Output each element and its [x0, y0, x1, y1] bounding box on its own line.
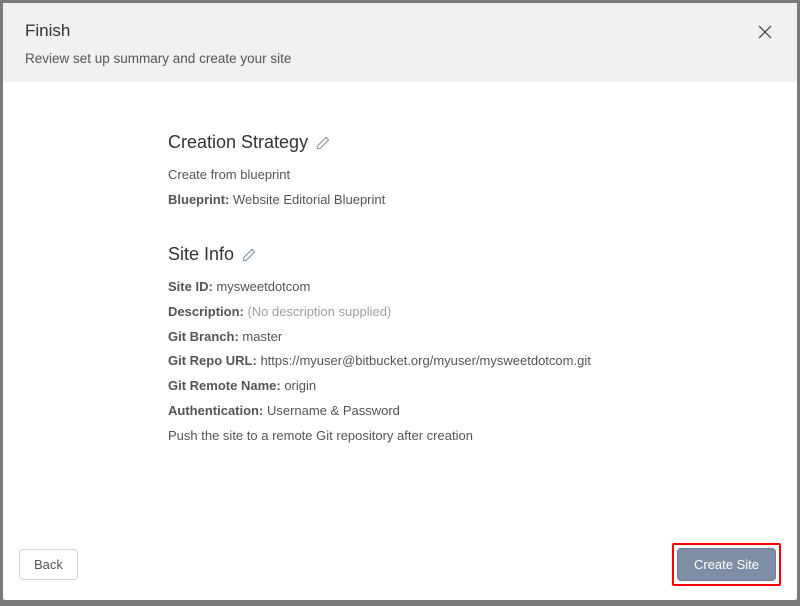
- pencil-icon: [242, 248, 256, 262]
- edit-siteinfo-button[interactable]: [242, 248, 256, 262]
- dialog-subtitle: Review set up summary and create your si…: [25, 51, 775, 66]
- strategy-value: Create from blueprint: [168, 167, 290, 182]
- push-note: Push the site to a remote Git repository…: [168, 428, 473, 443]
- blueprint-label: Blueprint:: [168, 192, 229, 207]
- dialog-footer: Back Create Site: [3, 529, 797, 600]
- auth-row: Authentication: Username & Password: [168, 399, 797, 424]
- siteid-value: mysweetdotcom: [216, 279, 310, 294]
- finish-dialog: Finish Review set up summary and create …: [3, 3, 797, 600]
- creation-strategy-section: Creation Strategy Create from blueprint …: [168, 132, 797, 212]
- gitrepo-row: Git Repo URL: https://myuser@bitbucket.o…: [168, 349, 797, 374]
- creation-strategy-title: Creation Strategy: [168, 132, 308, 153]
- gitrepo-value: https://myuser@bitbucket.org/myuser/mysw…: [260, 353, 590, 368]
- site-info-title: Site Info: [168, 244, 234, 265]
- gitremote-value: origin: [284, 378, 316, 393]
- blueprint-row: Blueprint: Website Editorial Blueprint: [168, 188, 797, 213]
- site-info-heading: Site Info: [168, 244, 256, 265]
- site-info-section: Site Info Site ID: mysweetdotcom Descrip…: [168, 244, 797, 448]
- blueprint-value: Website Editorial Blueprint: [233, 192, 385, 207]
- gitbranch-value: master: [242, 329, 282, 344]
- gitrepo-label: Git Repo URL:: [168, 353, 257, 368]
- create-site-button[interactable]: Create Site: [677, 548, 776, 581]
- creation-strategy-heading: Creation Strategy: [168, 132, 330, 153]
- pencil-icon: [316, 136, 330, 150]
- strategy-line: Create from blueprint: [168, 163, 797, 188]
- description-value: (No description supplied): [247, 304, 391, 319]
- dialog-header: Finish Review set up summary and create …: [3, 3, 797, 82]
- dialog-title: Finish: [25, 21, 775, 41]
- gitremote-label: Git Remote Name:: [168, 378, 281, 393]
- gitbranch-label: Git Branch:: [168, 329, 239, 344]
- dialog-content: Creation Strategy Create from blueprint …: [3, 82, 797, 529]
- close-button[interactable]: [755, 23, 775, 43]
- create-highlight: Create Site: [672, 543, 781, 586]
- description-label: Description:: [168, 304, 244, 319]
- push-note-row: Push the site to a remote Git repository…: [168, 424, 797, 449]
- auth-label: Authentication:: [168, 403, 263, 418]
- siteid-row: Site ID: mysweetdotcom: [168, 275, 797, 300]
- auth-value: Username & Password: [267, 403, 400, 418]
- edit-strategy-button[interactable]: [316, 136, 330, 150]
- description-row: Description: (No description supplied): [168, 300, 797, 325]
- gitbranch-row: Git Branch: master: [168, 325, 797, 350]
- close-icon: [758, 25, 772, 42]
- gitremote-row: Git Remote Name: origin: [168, 374, 797, 399]
- back-button[interactable]: Back: [19, 549, 78, 580]
- siteid-label: Site ID:: [168, 279, 213, 294]
